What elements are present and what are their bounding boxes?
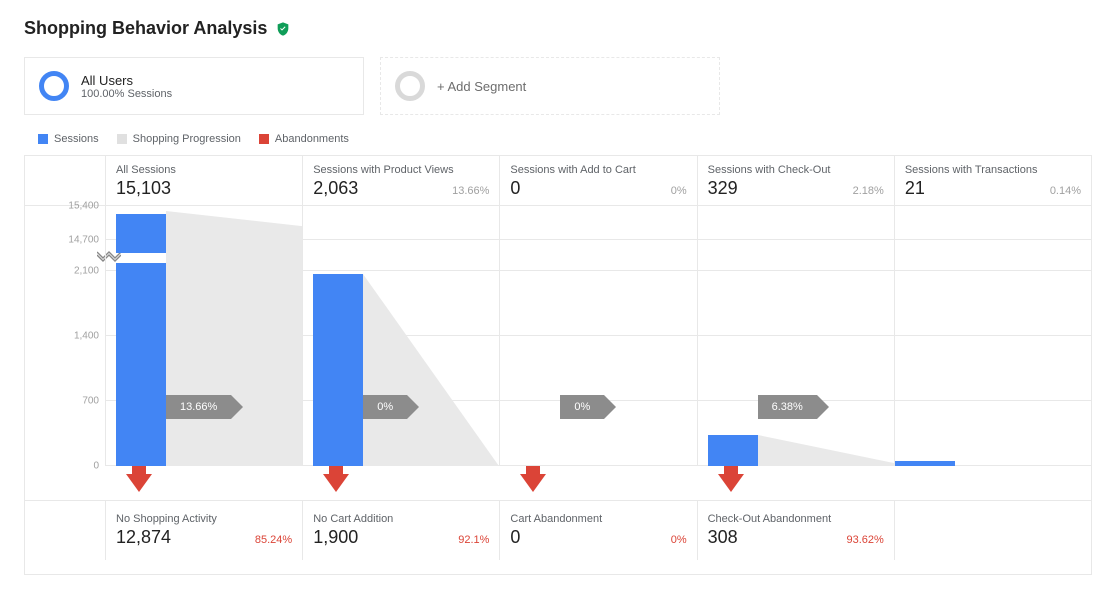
legend-swatch-progression <box>117 134 127 144</box>
funnel-col-header[interactable]: Sessions with Add to Cart 0 0% <box>499 156 696 205</box>
segment-circle-icon <box>39 71 69 101</box>
funnel-plot-col: 0% <box>499 206 696 466</box>
legend-swatch-abandonments <box>259 134 269 144</box>
abandonment-value: 1,900 <box>313 527 358 548</box>
verified-shield-icon <box>275 21 291 37</box>
funnel-col-value: 2,063 <box>313 178 358 199</box>
add-segment-button[interactable]: + Add Segment <box>380 57 720 115</box>
segment-all-users[interactable]: All Users 100.00% Sessions <box>24 57 364 115</box>
funnel-col-title: All Sessions <box>116 164 292 176</box>
sessions-bar <box>895 461 955 466</box>
funnel-plot-col <box>894 206 1091 466</box>
page-title-row: Shopping Behavior Analysis <box>24 18 1092 39</box>
progression-pct: 13.66% <box>180 401 217 413</box>
abandonment-arrow-icon <box>520 474 546 492</box>
abandonment-pct: 0% <box>671 534 687 546</box>
y-tick: 0 <box>93 461 99 472</box>
funnel-col-header[interactable]: Sessions with Check-Out 329 2.18% <box>697 156 894 205</box>
segment-title: All Users <box>81 73 172 88</box>
funnel-header-row: All Sessions 15,103 Sessions with Produc… <box>25 156 1091 206</box>
abandonment-cell[interactable]: Cart Abandonment 0 0% <box>499 501 696 560</box>
abandonment-value: 0 <box>510 527 520 548</box>
funnel-plot-col: 6.38% <box>697 206 894 466</box>
abandonment-cell[interactable]: No Cart Addition 1,900 92.1% <box>302 501 499 560</box>
legend-swatch-sessions <box>38 134 48 144</box>
progression-flow <box>166 274 302 466</box>
funnel-col-value: 15,103 <box>116 178 171 199</box>
abandonment-pct: 92.1% <box>458 534 489 546</box>
legend-label: Abandonments <box>275 133 349 145</box>
abandonment-title: Cart Abandonment <box>510 513 686 525</box>
progression-flow <box>758 435 894 466</box>
abandonment-arrow-icon <box>323 474 349 492</box>
sessions-bar <box>116 214 166 253</box>
funnel-col-pct: 13.66% <box>452 185 489 197</box>
funnel-col-pct: 2.18% <box>853 185 884 197</box>
funnel-col-pct: 0% <box>671 185 687 197</box>
sessions-bar <box>313 274 363 466</box>
legend: Sessions Shopping Progression Abandonmen… <box>24 133 1092 145</box>
progression-pct: 6.38% <box>772 401 803 413</box>
page-title: Shopping Behavior Analysis <box>24 18 267 39</box>
progression-pct: 0% <box>377 401 393 413</box>
progression-flow <box>363 274 499 466</box>
progression-arrow: 6.38% <box>758 395 829 419</box>
sessions-bar <box>708 435 758 466</box>
funnel-plot: 15,400 14,700 2,100 1,400 700 0 <box>25 206 1091 466</box>
abandonment-cell[interactable]: Check-Out Abandonment 308 93.62% <box>697 501 894 560</box>
funnel-col-title: Sessions with Transactions <box>905 164 1081 176</box>
funnel-col-header[interactable]: Sessions with Product Views 2,063 13.66% <box>302 156 499 205</box>
add-segment-label: + Add Segment <box>437 79 526 94</box>
funnel-plot-col: 0% <box>302 206 499 466</box>
segment-subtitle: 100.00% Sessions <box>81 88 172 100</box>
funnel-col-pct: 0.14% <box>1050 185 1081 197</box>
y-tick: 1,400 <box>74 331 99 342</box>
abandonment-value: 308 <box>708 527 738 548</box>
segment-row: All Users 100.00% Sessions + Add Segment <box>24 57 1092 115</box>
abandonment-row: No Shopping Activity 12,874 85.24% No Car… <box>25 500 1091 560</box>
abandonment-arrow-icon <box>718 474 744 492</box>
abandonment-value: 12,874 <box>116 527 171 548</box>
segment-circle-icon <box>395 71 425 101</box>
progression-arrow: 0% <box>363 395 419 419</box>
legend-label: Shopping Progression <box>133 133 241 145</box>
funnel-col-value: 0 <box>510 178 520 199</box>
funnel-col-header[interactable]: Sessions with Transactions 21 0.14% <box>894 156 1091 205</box>
abandonment-pct: 93.62% <box>847 534 884 546</box>
abandonment-title: No Shopping Activity <box>116 513 292 525</box>
funnel-plot-col: 13.66% <box>105 206 302 466</box>
progression-arrow: 13.66% <box>166 395 243 419</box>
funnel-col-title: Sessions with Add to Cart <box>510 164 686 176</box>
funnel-col-title: Sessions with Check-Out <box>708 164 884 176</box>
funnel-col-header[interactable]: All Sessions 15,103 <box>105 156 302 205</box>
progression-pct: 0% <box>574 401 590 413</box>
abandonment-title: Check-Out Abandonment <box>708 513 884 525</box>
abandonment-arrow-row <box>25 466 1091 500</box>
abandonment-arrow-icon <box>126 474 152 492</box>
funnel-chart: All Sessions 15,103 Sessions with Produc… <box>24 155 1092 575</box>
funnel-col-title: Sessions with Product Views <box>313 164 489 176</box>
abandonment-cell-empty <box>894 501 1091 560</box>
legend-label: Sessions <box>54 133 99 145</box>
funnel-col-value: 21 <box>905 178 925 199</box>
y-tick: 700 <box>82 396 99 407</box>
abandonment-pct: 85.24% <box>255 534 292 546</box>
abandonment-cell[interactable]: No Shopping Activity 12,874 85.24% <box>105 501 302 560</box>
y-tick: 15,400 <box>68 201 99 212</box>
abandonment-title: No Cart Addition <box>313 513 489 525</box>
sessions-bar <box>116 263 166 466</box>
progression-arrow: 0% <box>560 395 616 419</box>
y-tick: 2,100 <box>74 266 99 277</box>
funnel-col-value: 329 <box>708 178 738 199</box>
y-axis: 15,400 14,700 2,100 1,400 700 0 <box>25 206 105 466</box>
y-tick: 14,700 <box>68 234 99 245</box>
